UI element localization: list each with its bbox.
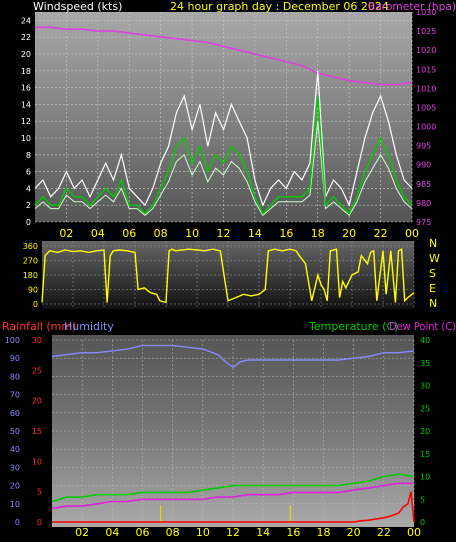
hum-tick-label: 60 [10, 409, 20, 418]
temp-tick-label: 40 [420, 336, 430, 345]
compass-label: W [429, 252, 440, 265]
climate-x-tick-label: 18 [317, 526, 331, 539]
climate-x-tick-label: 10 [196, 526, 210, 539]
wind-tick-label: 24 [21, 16, 31, 25]
baro-tick-label: 990 [416, 161, 431, 170]
climate-x-tick-label: 20 [347, 526, 361, 539]
wind-tick-label: 8 [26, 151, 31, 160]
baro-tick-label: 1000 [416, 123, 436, 132]
compass-label: E [429, 282, 436, 295]
temp-tick-label: 15 [420, 450, 430, 459]
wind-x-tick-label: 10 [185, 227, 199, 240]
rain-tick-label: 25 [32, 366, 42, 375]
wind-title: Windspeed (kts) [33, 0, 122, 13]
climate-x-tick-label: 00 [407, 526, 421, 539]
compass-label: S [429, 267, 436, 280]
hum-tick-label: 100 [5, 336, 20, 345]
wind-x-tick-label: 20 [342, 227, 356, 240]
wind-x-tick-label: 18 [311, 227, 325, 240]
hum-tick-label: 50 [10, 427, 20, 436]
rain-tick-label: 20 [32, 397, 42, 406]
hum-title: Humidity [64, 320, 114, 333]
temp-tick-label: 20 [420, 427, 430, 436]
wind-x-tick-label: 12 [217, 227, 231, 240]
hum-tick-label: 30 [10, 463, 20, 472]
hum-tick-label: 20 [10, 482, 20, 491]
baro-tick-label: 1015 [416, 65, 436, 74]
temp-tick-label: 30 [420, 382, 430, 391]
temp-tick-label: 5 [420, 495, 425, 504]
baro-tick-label: 985 [416, 180, 431, 189]
chart-title: 24 hour graph day : December 06 2024 [170, 0, 389, 13]
dir-tick-label: 360 [23, 242, 38, 251]
baro-tick-label: 995 [416, 142, 431, 151]
climate-x-tick-label: 22 [377, 526, 391, 539]
hum-tick-label: 70 [10, 391, 20, 400]
wind-tick-label: 4 [26, 184, 31, 193]
wind-tick-label: 22 [21, 33, 31, 42]
wind-x-tick-label: 00 [405, 227, 419, 240]
hum-tick-label: 0 [15, 518, 20, 527]
dir-tick-label: 270 [23, 257, 38, 266]
climate-x-tick-label: 02 [75, 526, 89, 539]
baro-tick-label: 1025 [416, 27, 436, 36]
temp-tick-label: 25 [420, 404, 430, 413]
dew-title: Dew Point (C) [389, 320, 456, 333]
rain-tick-label: 30 [32, 336, 42, 345]
climate-x-tick-label: 06 [136, 526, 150, 539]
wind-x-tick-label: 08 [154, 227, 168, 240]
climate-x-tick-label: 16 [286, 526, 300, 539]
temp-title: Temperature (C) [308, 320, 398, 333]
climate-x-tick-label: 12 [226, 526, 240, 539]
baro-tick-label: 975 [416, 218, 431, 227]
compass-label: N [429, 297, 437, 310]
rain-tick-label: 10 [32, 457, 42, 466]
climate-x-tick-label: 08 [166, 526, 180, 539]
wind-tick-label: 14 [21, 100, 31, 109]
wind-x-tick-label: 02 [59, 227, 73, 240]
wind-x-tick-label: 14 [248, 227, 262, 240]
hum-tick-label: 90 [10, 354, 20, 363]
wind-tick-label: 0 [26, 218, 31, 227]
wind-x-tick-label: 16 [279, 227, 293, 240]
temp-tick-label: 35 [420, 359, 430, 368]
wind-tick-label: 16 [21, 84, 31, 93]
baro-tick-label: 1020 [416, 46, 436, 55]
dir-tick-label: 90 [28, 286, 38, 295]
baro-title: Barometer (hpa) [368, 0, 456, 13]
rain-tick-label: 0 [37, 518, 42, 527]
wind-tick-label: 18 [21, 67, 31, 76]
climate-x-tick-label: 04 [105, 526, 119, 539]
baro-tick-label: 1005 [416, 103, 436, 112]
wind-tick-label: 2 [26, 201, 31, 210]
rain-tick-label: 15 [32, 427, 42, 436]
wind-x-tick-label: 22 [374, 227, 388, 240]
dir-tick-label: 180 [23, 271, 38, 280]
rain-tick-label: 5 [37, 488, 42, 497]
weather-chart: 0246810121416182022249759809859909951000… [2, 0, 456, 539]
hum-tick-label: 40 [10, 445, 20, 454]
wind-tick-label: 12 [21, 117, 31, 126]
compass-label: N [429, 237, 437, 250]
baro-tick-label: 980 [416, 199, 431, 208]
wind-tick-label: 6 [26, 168, 31, 177]
wind-x-tick-label: 06 [122, 227, 136, 240]
wind-tick-label: 10 [21, 134, 31, 143]
baro-tick-label: 1010 [416, 84, 436, 93]
temp-tick-label: 10 [420, 473, 430, 482]
wind-tick-label: 20 [21, 50, 31, 59]
hum-tick-label: 80 [10, 372, 20, 381]
wind-x-tick-label: 04 [91, 227, 105, 240]
dir-tick-label: 0 [33, 300, 38, 309]
climate-x-tick-label: 14 [256, 526, 270, 539]
hum-tick-label: 10 [10, 500, 20, 509]
